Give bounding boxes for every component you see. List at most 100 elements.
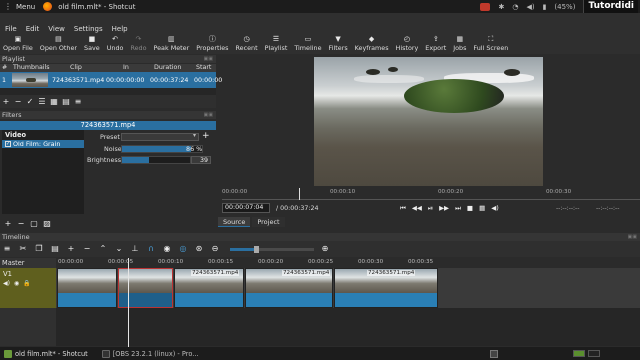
cut-icon[interactable]: ✂: [18, 244, 28, 254]
lift-icon[interactable]: ⌃: [98, 244, 108, 254]
ripple-icon[interactable]: ◎: [178, 244, 188, 254]
battery-icon[interactable]: ▮: [543, 3, 547, 11]
filters-button[interactable]: ▼ Filters: [329, 34, 348, 52]
menu-help[interactable]: Help: [112, 25, 128, 33]
add-preset-icon[interactable]: +: [202, 131, 210, 141]
update-icon[interactable]: ✓: [26, 97, 34, 106]
append-icon[interactable]: +: [66, 244, 76, 254]
viewer-playhead[interactable]: [299, 188, 300, 200]
workspace-icon[interactable]: [490, 350, 498, 358]
brightness-spinbox[interactable]: 39: [191, 156, 211, 164]
timeline-clip[interactable]: 724363571.mp4: [334, 268, 438, 308]
timeline-clip[interactable]: [57, 268, 117, 308]
copy-filter-icon[interactable]: ▢: [30, 220, 38, 228]
remove-icon[interactable]: −: [14, 97, 22, 106]
ripple-all-icon[interactable]: ⊛: [194, 244, 204, 254]
details-view-icon[interactable]: ☰: [38, 97, 46, 106]
col-start[interactable]: Start: [196, 64, 216, 72]
tiles-view-icon[interactable]: ▦: [50, 97, 58, 106]
menu-file[interactable]: File: [5, 25, 17, 33]
jobs-button[interactable]: ▦ Jobs: [453, 34, 466, 52]
wifi-icon[interactable]: ◔: [512, 3, 518, 11]
filter-enabled-checkbox[interactable]: ✓: [5, 141, 11, 147]
add-icon[interactable]: +: [2, 97, 10, 106]
skip-start-icon[interactable]: ⏮: [400, 204, 406, 213]
history-button[interactable]: ◴ History: [396, 34, 419, 52]
timeline-clip[interactable]: 724363571.mp4: [174, 268, 244, 308]
play-pause-icon[interactable]: ⏯: [428, 204, 433, 213]
zoom-slider[interactable]: [230, 245, 314, 253]
timeline-button[interactable]: ▭ Timeline: [294, 34, 321, 52]
firefox-icon[interactable]: [43, 2, 53, 11]
open-file-button[interactable]: ▣ Open File: [3, 34, 33, 52]
deselect-filter-icon[interactable]: ▨: [43, 220, 51, 228]
fast-forward-icon[interactable]: ▶▶: [439, 204, 449, 213]
grid-icon[interactable]: ▦: [479, 204, 485, 213]
mute-icon[interactable]: ◀): [3, 280, 10, 287]
remove-filter-icon[interactable]: −: [17, 220, 25, 228]
timeline-menu-icon[interactable]: ≡: [2, 244, 12, 254]
timeline-clip[interactable]: 724363571.mp4: [245, 268, 333, 308]
noise-value[interactable]: 86 %: [186, 145, 202, 153]
tab-source[interactable]: Source: [218, 217, 251, 227]
properties-button[interactable]: ⓘ Properties: [196, 34, 228, 52]
icons-view-icon[interactable]: ▤: [62, 97, 70, 106]
add-filter-icon[interactable]: +: [4, 220, 12, 228]
viewer-ruler[interactable]: 00:00:00 00:00:10 00:00:20 00:00:30: [222, 188, 640, 200]
system-menu-label[interactable]: Menu: [16, 3, 35, 11]
keyframes-button[interactable]: ◆ Keyframes: [355, 34, 389, 52]
save-button[interactable]: ■ Save: [84, 34, 100, 52]
timeline-clip-selected[interactable]: [118, 268, 173, 308]
brightness-slider[interactable]: [121, 156, 191, 164]
panel-close-icon[interactable]: ▣▣: [204, 111, 213, 119]
playlist-row[interactable]: 1 724363571.mp4 00:00:00:00 00:00:37:24 …: [0, 72, 222, 88]
timeline-ruler[interactable]: 00:00:00 00:00:05 00:00:10 00:00:15 00:0…: [56, 258, 640, 268]
task-obs[interactable]: [OBS 23.2.1 (linux) - Pro...: [101, 349, 199, 358]
preset-select[interactable]: [121, 132, 199, 141]
panel-close-icon[interactable]: ▣▣: [204, 55, 213, 63]
col-num[interactable]: #: [0, 64, 10, 72]
split-icon[interactable]: ⊥: [130, 244, 140, 254]
filter-item-old-film-grain[interactable]: ✓ Old Film: Grain: [2, 140, 84, 148]
playlist-button[interactable]: ☰ Playlist: [265, 34, 288, 52]
bluetooth-icon[interactable]: ✱: [498, 3, 504, 11]
workspace-2[interactable]: [588, 350, 600, 357]
menu-icon[interactable]: ≡: [74, 97, 82, 106]
current-timecode[interactable]: 00:00:07:04: [222, 203, 270, 213]
remove-icon[interactable]: −: [82, 244, 92, 254]
workspace-1[interactable]: [573, 350, 585, 357]
col-in[interactable]: In: [110, 64, 152, 72]
overwrite-icon[interactable]: ⌄: [114, 244, 124, 254]
lock-icon[interactable]: 🔒: [23, 280, 30, 287]
zoom-slider-handle[interactable]: [254, 245, 259, 253]
col-duration[interactable]: Duration: [152, 64, 196, 72]
menu-settings[interactable]: Settings: [74, 25, 103, 33]
paste-icon[interactable]: ▤: [50, 244, 60, 254]
timeline-playhead[interactable]: [128, 258, 129, 348]
menu-icon[interactable]: ⋮: [3, 2, 13, 12]
rewind-icon[interactable]: ◀◀: [412, 204, 422, 213]
open-other-button[interactable]: ▤ Open Other: [40, 34, 77, 52]
undo-button[interactable]: ↶ Undo: [107, 34, 124, 52]
peak-meter-button[interactable]: ▥ Peak Meter: [154, 34, 190, 52]
task-shotcut[interactable]: old film.mlt* - Shotcut: [4, 349, 88, 358]
panel-close-icon[interactable]: ▣▣: [628, 233, 637, 241]
zoom-out-icon[interactable]: ⊖: [210, 244, 220, 254]
volume-icon[interactable]: ◀): [526, 3, 534, 11]
skip-end-icon[interactable]: ⏭: [455, 204, 461, 213]
recording-icon[interactable]: [480, 2, 491, 11]
menu-edit[interactable]: Edit: [26, 25, 40, 33]
col-thumbnails[interactable]: Thumbnails: [10, 64, 54, 72]
master-track-label[interactable]: Master: [0, 258, 56, 268]
stop-icon[interactable]: ■: [467, 204, 473, 213]
volume-icon[interactable]: ◀): [491, 204, 499, 213]
snap-icon[interactable]: ∩: [146, 244, 156, 254]
export-button[interactable]: ⇪ Export: [425, 34, 446, 52]
menu-view[interactable]: View: [48, 25, 65, 33]
v1-track-header[interactable]: V1 ◀) ◉ 🔒: [0, 268, 56, 308]
redo-button[interactable]: ↷ Redo: [130, 34, 146, 52]
col-clip[interactable]: Clip: [54, 64, 110, 72]
video-viewer[interactable]: [314, 57, 543, 186]
visibility-icon[interactable]: ◉: [14, 280, 19, 287]
tab-project[interactable]: Project: [252, 217, 285, 227]
